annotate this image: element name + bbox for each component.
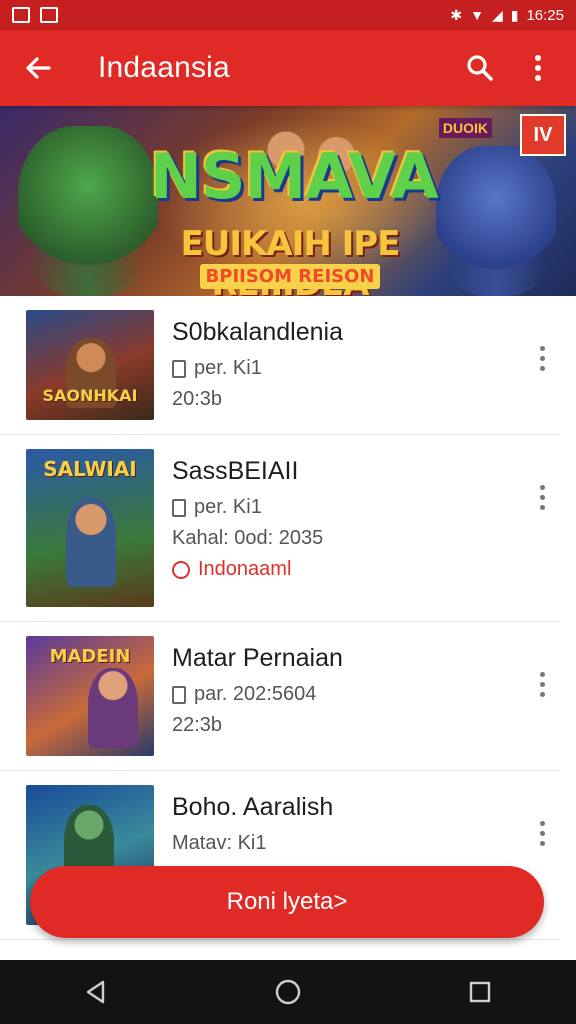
nav-home-button[interactable]	[258, 962, 318, 1022]
more-vert-icon	[535, 55, 541, 81]
item-more-button[interactable]	[530, 813, 554, 853]
back-button[interactable]	[16, 46, 60, 90]
banner-tag: DUOIK	[438, 118, 492, 138]
thumbnail-caption: MADEIN	[49, 646, 131, 667]
game-region: Indonaaml	[198, 558, 292, 580]
nav-back-button[interactable]	[66, 962, 126, 1022]
status-bar: ✱ ▼ ◢ ▮ 16:25	[0, 0, 576, 30]
game-thumbnail: MADEIN	[26, 636, 154, 756]
game-title: S0bkalandlenia	[172, 318, 343, 346]
document-icon	[172, 359, 186, 378]
item-more-button[interactable]	[530, 477, 554, 517]
search-icon	[467, 55, 493, 81]
more-vert-icon	[539, 820, 545, 826]
game-thumbnail: SAONHKAI	[26, 310, 154, 420]
game-extra: 22:3b	[172, 714, 223, 736]
more-vert-icon	[539, 345, 545, 351]
system-nav-bar	[0, 960, 576, 1024]
thumbnail-caption: SAONHKAI	[42, 386, 138, 405]
banner-tagline: BPIISOM REISON	[200, 264, 380, 289]
game-title: SassBEIAII	[172, 457, 299, 485]
game-title: Boho. Aaralish	[172, 793, 334, 821]
banner-headline: NSMAVA	[150, 140, 439, 213]
search-button[interactable]	[458, 46, 502, 90]
game-detail: per. Ki1	[194, 357, 262, 379]
location-icon	[172, 560, 190, 579]
thumbnail-figure	[66, 497, 116, 587]
banner-badge: IV	[520, 114, 566, 156]
thumbnail-figure	[88, 668, 138, 748]
more-vert-icon	[539, 671, 545, 677]
image-icon	[12, 7, 30, 23]
wifi-icon: ▼	[470, 7, 484, 23]
back-arrow-icon	[26, 57, 51, 79]
game-title: Matar Pernaian	[172, 644, 343, 672]
more-vert-icon	[539, 484, 545, 490]
cta-button[interactable]: Roni lyeta>	[30, 866, 544, 938]
notification-icon	[40, 7, 58, 23]
game-detail: par. 202:5604	[194, 683, 317, 705]
square-recents-icon	[469, 981, 491, 1003]
app-bar: Indaansia	[0, 30, 576, 106]
list-item[interactable]: MADEIN Matar Pernaian par. 202:5604 22:3…	[0, 622, 558, 771]
game-detail: Matav: Ki1	[172, 832, 267, 854]
list-item[interactable]: SAONHKAI S0bkalandlenia per. Ki1 20:3b	[0, 296, 558, 435]
battery-icon: ▮	[510, 6, 519, 23]
circle-home-icon	[275, 979, 301, 1005]
overflow-menu-button[interactable]	[516, 46, 560, 90]
document-icon	[172, 685, 186, 704]
game-extra: 20:3b	[172, 388, 223, 410]
game-list: SAONHKAI S0bkalandlenia per. Ki1 20:3b S…	[0, 296, 576, 960]
thumbnail-caption: SALWIAI	[43, 457, 137, 481]
game-thumbnail: SALWIAI	[26, 449, 154, 607]
signal-icon: ◢	[491, 6, 503, 23]
nav-recents-button[interactable]	[450, 962, 510, 1022]
document-icon	[172, 498, 186, 517]
page-title: Indaansia	[98, 51, 230, 84]
item-more-button[interactable]	[530, 338, 554, 378]
triangle-back-icon	[86, 980, 105, 1004]
list-item[interactable]: SALWIAI SassBEIAII per. Ki1 Kahal: 0od: …	[0, 435, 558, 622]
promo-banner[interactable]: NSMAVA EUIKAIH IPE REIIIDEA BPIISOM REIS…	[0, 106, 576, 296]
status-time: 16:25	[526, 6, 564, 24]
bluetooth-icon: ✱	[450, 6, 463, 23]
item-more-button[interactable]	[530, 664, 554, 704]
game-extra: Kahal: 0od: 2035	[172, 527, 324, 549]
game-detail: per. Ki1	[194, 496, 262, 518]
